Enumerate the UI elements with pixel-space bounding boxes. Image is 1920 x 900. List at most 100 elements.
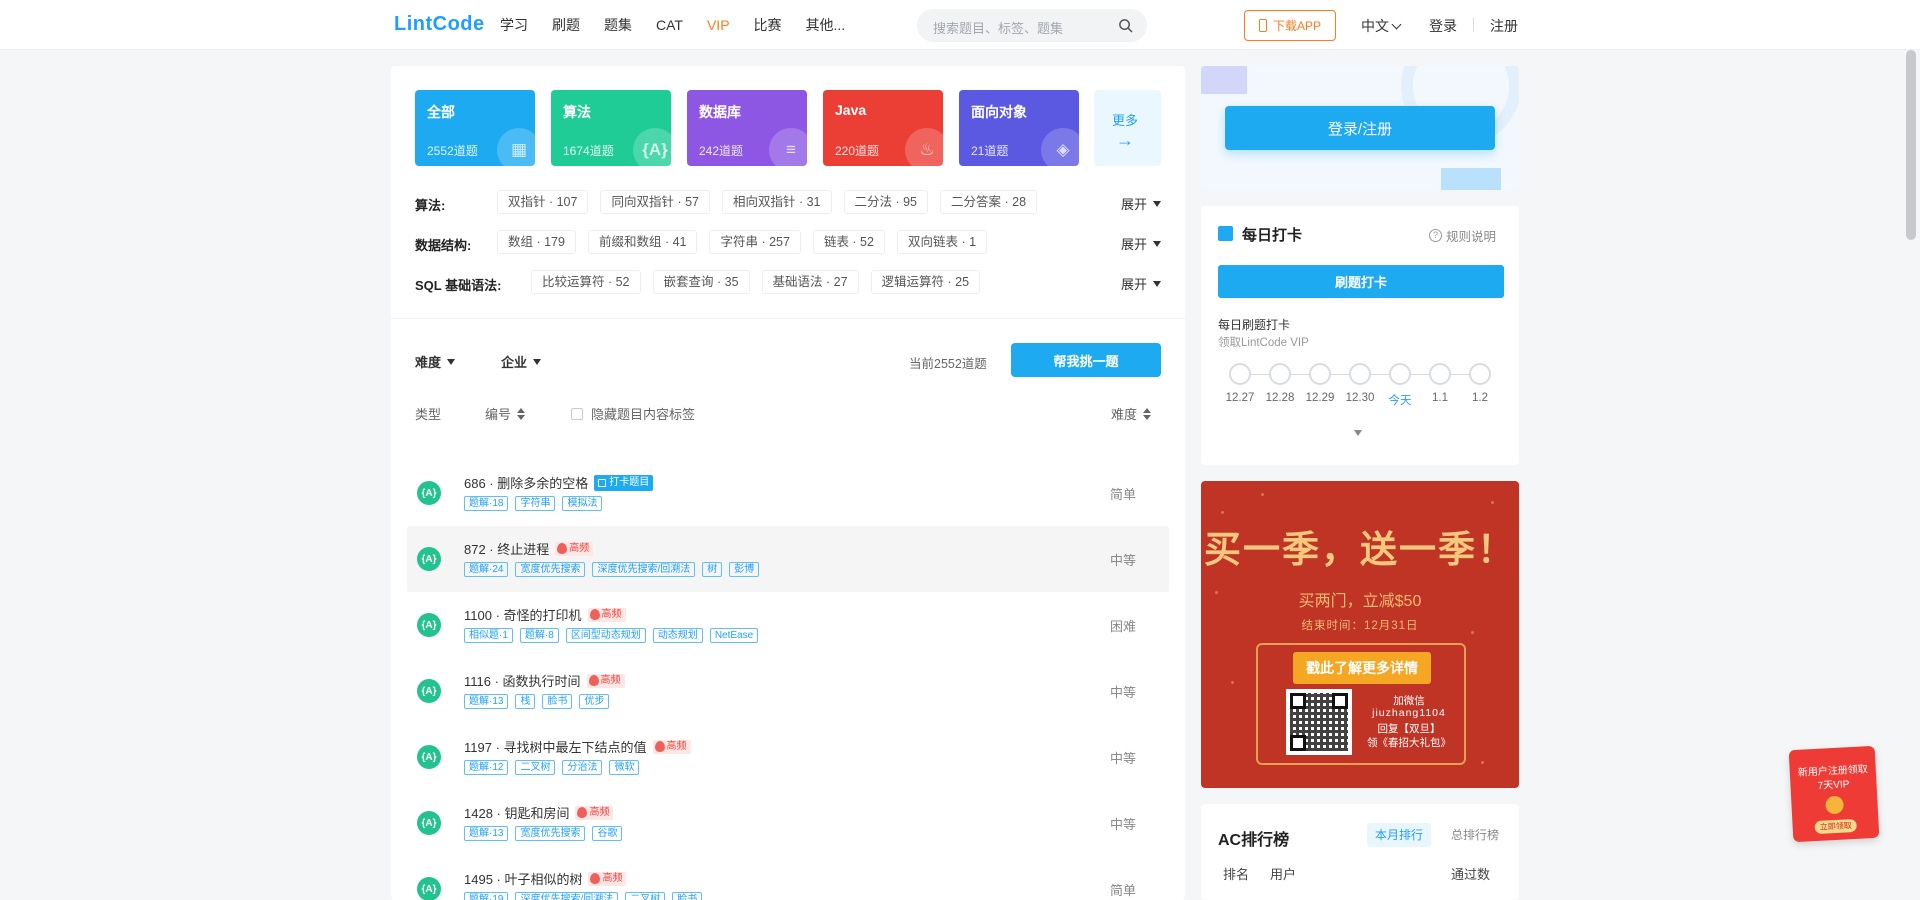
- tag-chip[interactable]: 基础语法 · 27: [761, 270, 859, 294]
- problem-tag[interactable]: 宽度优先搜索: [515, 562, 586, 577]
- problem-tag[interactable]: 分治法: [562, 760, 603, 775]
- hide-tags-checkbox[interactable]: [571, 407, 583, 420]
- tag-chip[interactable]: 字符串 · 257: [709, 230, 801, 254]
- tag-chip[interactable]: 逻辑运算符 · 25: [870, 270, 981, 294]
- problem-tag[interactable]: 宽度优先搜索: [515, 826, 586, 841]
- problem-tag[interactable]: 谷歌: [592, 826, 623, 841]
- nav-learn[interactable]: 学习: [500, 15, 528, 35]
- claim-vip-button[interactable]: 立即领取: [1814, 818, 1858, 835]
- promo-banner[interactable]: 买一季，送一季！ 买两门，立减$50 结束时间：12月31日 戳此了解更多详情 …: [1201, 481, 1519, 788]
- problem-row[interactable]: {A} 686 · 删除多余的空格 打卡题目 题解·18 字符串 模拟法 简单: [407, 460, 1169, 526]
- problem-tag[interactable]: 栈: [515, 694, 536, 709]
- tag-chip[interactable]: 链表 · 52: [812, 230, 885, 254]
- search-input[interactable]: 搜索题目、标签、题集: [917, 9, 1147, 42]
- problem-row[interactable]: {A} 1495 · 叶子相似的树 高频 题解·19 深度优先搜索/回溯法 二叉树 脸书 简单: [407, 856, 1169, 900]
- tag-chip[interactable]: 同向双指针 · 57: [600, 190, 710, 214]
- problem-title[interactable]: 1197 · 寻找树中最左下结点的值: [464, 737, 647, 756]
- column-difficulty-sort[interactable]: 难度: [1111, 404, 1152, 423]
- more-categories-button[interactable]: 更多 →: [1094, 90, 1161, 166]
- problem-title[interactable]: 1116 · 函数执行时间: [464, 671, 581, 690]
- language-select[interactable]: 中文: [1361, 16, 1402, 36]
- expand-tags-button[interactable]: 展开: [1121, 194, 1161, 213]
- column-number-sort[interactable]: 编号: [485, 404, 526, 423]
- problem-tag[interactable]: 深度优先搜索/回溯法: [515, 892, 619, 900]
- problem-tag[interactable]: 题解·18: [464, 496, 509, 511]
- problem-tag[interactable]: 二叉树: [625, 892, 666, 900]
- nav-cat[interactable]: CAT: [656, 17, 683, 33]
- problem-tag[interactable]: 二叉树: [515, 760, 556, 775]
- expand-tags-button[interactable]: 展开: [1121, 274, 1161, 293]
- difficulty-filter[interactable]: 难度: [415, 352, 456, 371]
- tab-monthly-ranking[interactable]: 本月排行: [1367, 823, 1432, 847]
- promo-details-button[interactable]: 戳此了解更多详情: [1293, 652, 1431, 684]
- hide-tags-toggle[interactable]: 隐藏题目内容标签: [571, 404, 695, 423]
- tag-chip[interactable]: 相向双指针 · 31: [721, 190, 832, 214]
- problem-tag[interactable]: NetEase: [709, 628, 759, 643]
- pick-problem-button[interactable]: 帮我挑一题: [1011, 343, 1161, 377]
- nav-contest[interactable]: 比赛: [754, 15, 782, 35]
- day-label: 12.27: [1225, 392, 1255, 404]
- problem-tag[interactable]: 彭博: [729, 562, 760, 577]
- nav-problems[interactable]: 刷题: [552, 15, 580, 35]
- problem-tag[interactable]: 脸书: [542, 694, 573, 709]
- problem-tag[interactable]: 树: [702, 562, 723, 577]
- problem-title[interactable]: 1495 · 叶子相似的树: [464, 869, 582, 888]
- nav-problem-sets[interactable]: 题集: [604, 15, 632, 35]
- expand-tags-button[interactable]: 展开: [1121, 234, 1161, 253]
- problem-title-line: 1197 · 寻找树中最左下结点的值 高频: [464, 737, 691, 756]
- problem-tag[interactable]: 脸书: [672, 892, 703, 900]
- problem-tag[interactable]: 题解·13: [464, 826, 509, 841]
- problem-title[interactable]: 686 · 删除多余的空格: [464, 473, 588, 492]
- problem-tag[interactable]: 动态规划: [652, 628, 703, 643]
- problem-row[interactable]: {A} 1100 · 奇怪的打印机 高频 相似题·1 题解·8 区间型动态规划 动态规划 Ne…: [407, 592, 1169, 658]
- tag-chip[interactable]: 嵌套查询 · 35: [652, 270, 750, 294]
- new-user-vip-popup[interactable]: 新用户注册领取 7天VIP 立即领取: [1788, 745, 1880, 843]
- problem-title[interactable]: 872 · 终止进程: [464, 539, 549, 558]
- checkin-button[interactable]: 刷题打卡: [1218, 265, 1504, 298]
- login-register-button[interactable]: 登录/注册: [1225, 106, 1495, 150]
- lintcode-logo[interactable]: LintCode: [394, 13, 485, 36]
- register-link[interactable]: 注册: [1490, 16, 1518, 36]
- tag-chip[interactable]: 比较运算符 · 52: [531, 270, 641, 294]
- problem-row[interactable]: {A} 1197 · 寻找树中最左下结点的值 高频 题解·12 二叉树 分治法 微软 中等: [407, 724, 1169, 790]
- problem-row[interactable]: {A} 872 · 终止进程 高频 题解·24 宽度优先搜索 深度优先搜索/回溯法树彭博 中…: [407, 526, 1169, 592]
- problem-tag[interactable]: 字符串: [515, 496, 556, 511]
- problem-tag[interactable]: 微软: [609, 760, 640, 775]
- tag-chip[interactable]: 二分答案 · 28: [940, 190, 1038, 214]
- category-card-database[interactable]: 数据库 242道题 ≡: [687, 90, 807, 166]
- problem-row[interactable]: {A} 1428 · 钥匙和房间 高频 题解·13 宽度优先搜索 谷歌 中等: [407, 790, 1169, 856]
- problem-tag[interactable]: 题解·8: [519, 628, 559, 643]
- tag-chip[interactable]: 前缀和数组 · 41: [587, 230, 698, 254]
- login-link[interactable]: 登录: [1429, 16, 1457, 36]
- problem-tag[interactable]: 模拟法: [562, 496, 603, 511]
- problem-tag[interactable]: 题解·13: [464, 694, 509, 709]
- nav-vip[interactable]: VIP: [707, 17, 730, 33]
- enterprise-filter[interactable]: 企业: [501, 352, 542, 371]
- problem-row[interactable]: {A} 1116 · 函数执行时间 高频 题解·13 栈脸书 优步 中等: [407, 658, 1169, 724]
- problem-tag[interactable]: 题解·24: [464, 562, 509, 577]
- tab-total-ranking[interactable]: 总排行榜: [1447, 823, 1503, 847]
- problem-title[interactable]: 1100 · 奇怪的打印机: [464, 605, 582, 624]
- problem-title[interactable]: 1428 · 钥匙和房间: [464, 803, 569, 822]
- nav-more[interactable]: 其他...: [806, 15, 846, 35]
- category-card-oop[interactable]: 面向对象 21道题 ◈: [959, 90, 1079, 166]
- column-passed: 通过数: [1451, 867, 1491, 882]
- expand-arrow-icon[interactable]: [1354, 430, 1362, 436]
- category-card-all[interactable]: 全部 2552道题 ▦: [415, 90, 535, 166]
- tag-chip[interactable]: 双指针 · 107: [497, 190, 589, 214]
- problem-tag[interactable]: 优步: [579, 694, 610, 709]
- problem-tag[interactable]: 相似题·1: [464, 628, 513, 643]
- category-card-java[interactable]: Java 220道题 ♨: [823, 90, 943, 166]
- problem-tag[interactable]: 深度优先搜索/回溯法: [592, 562, 696, 577]
- page-scrollbar[interactable]: [1906, 50, 1916, 240]
- tag-chip[interactable]: 数组 · 179: [497, 230, 576, 254]
- problem-tag[interactable]: 题解·12: [464, 760, 509, 775]
- problem-tag[interactable]: 区间型动态规划: [565, 628, 646, 643]
- search-icon[interactable]: [1118, 18, 1133, 33]
- rules-link[interactable]: ? 规则说明: [1429, 226, 1496, 245]
- download-app-button[interactable]: 下载APP: [1244, 10, 1336, 41]
- tag-chip[interactable]: 二分法 · 95: [843, 190, 929, 214]
- problem-tag[interactable]: 题解·19: [464, 892, 509, 900]
- category-card-algorithm[interactable]: 算法 1674道题 {A}: [551, 90, 671, 166]
- tag-chip[interactable]: 双向链表 · 1: [896, 230, 988, 254]
